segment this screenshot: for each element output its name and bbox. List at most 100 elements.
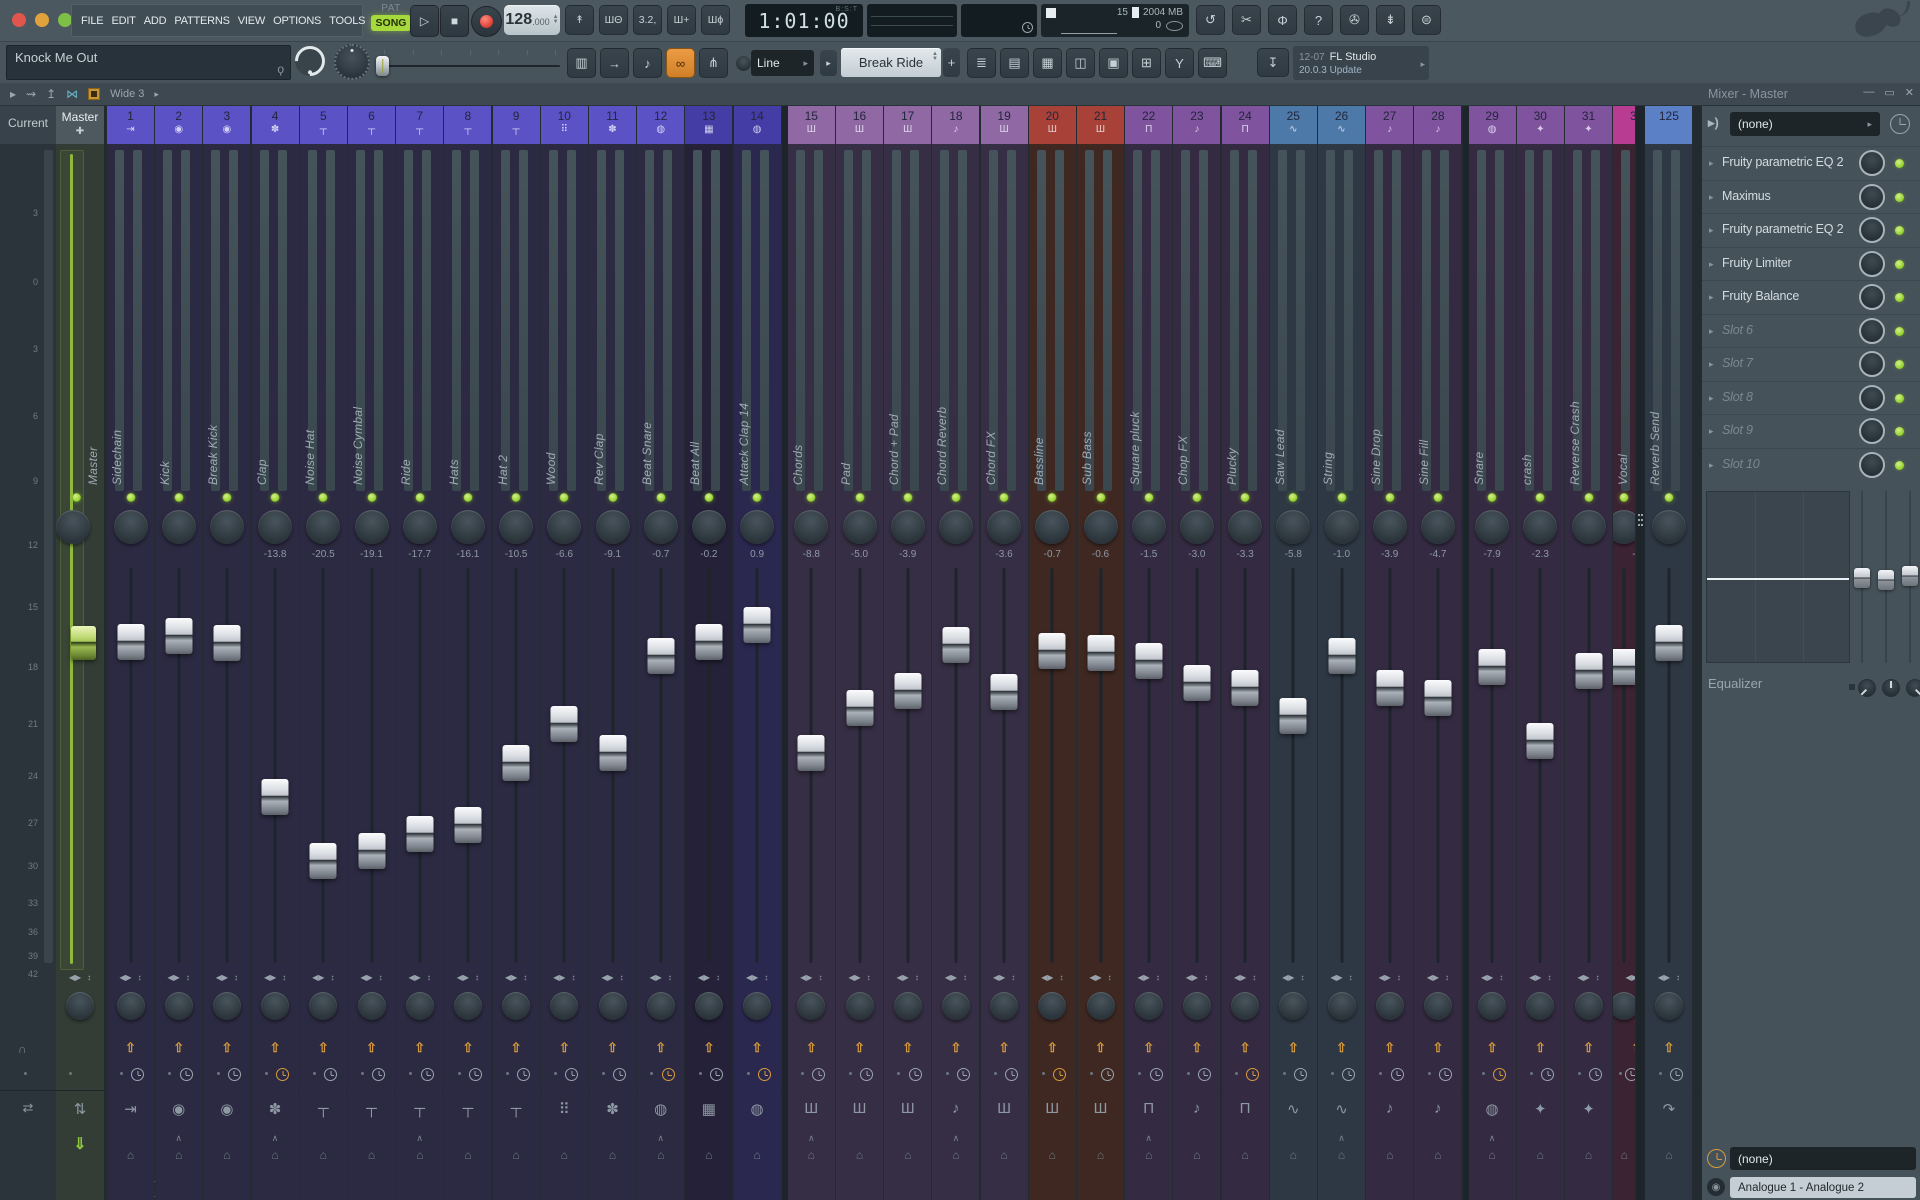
route-to-master-icon[interactable]: ⇧ — [1125, 1040, 1172, 1056]
track-instrument-icon[interactable]: ♪ — [932, 1100, 979, 1117]
track-header[interactable]: 9┬ — [493, 106, 540, 144]
route-to-master-icon[interactable]: ⇧ — [1029, 1040, 1076, 1056]
track-input-knob[interactable] — [403, 510, 437, 544]
volume-fader[interactable] — [991, 674, 1018, 710]
track-instrument-icon[interactable]: ∿ — [1270, 1100, 1317, 1118]
automation-clock-icon[interactable] — [1493, 1068, 1506, 1081]
volume-fader[interactable] — [695, 624, 722, 660]
browser-button[interactable]: ▣ — [1099, 48, 1128, 78]
route-to-master-icon[interactable]: ⇧ — [884, 1040, 931, 1056]
slot-enable-led[interactable] — [1895, 260, 1904, 269]
mixer-track-3[interactable]: 3◉Break Kick◀▶↕⇧◉⌂ — [203, 106, 250, 1200]
mixer-track-16[interactable]: 16ШPad-5.0◀▶↕⇧Ш⌂ — [836, 106, 883, 1200]
play-button[interactable]: ▷ — [410, 5, 439, 37]
route-to-master-icon[interactable]: ⇧ — [1613, 1040, 1635, 1056]
track-enable-led[interactable] — [656, 493, 665, 502]
volume-fader[interactable] — [262, 779, 289, 815]
send-dropdown[interactable]: (none) — [1730, 1147, 1916, 1170]
route-to-master-icon[interactable]: ⇧ — [300, 1040, 347, 1056]
track-input-knob[interactable] — [1132, 510, 1166, 544]
route-to-master-icon[interactable]: ⇧ — [1173, 1040, 1220, 1056]
track-header[interactable]: 27♪ — [1366, 106, 1413, 144]
track-instrument-icon[interactable]: ┬ — [493, 1100, 540, 1117]
track-input-knob[interactable] — [355, 510, 389, 544]
track-header[interactable]: 19Ш — [981, 106, 1028, 144]
track-enable-led[interactable] — [1241, 493, 1250, 502]
track-enable-led[interactable] — [1536, 493, 1545, 502]
track-input-knob[interactable] — [1373, 510, 1407, 544]
close-window-icon[interactable] — [12, 13, 26, 27]
route-to-master-icon[interactable]: ⇧ — [1222, 1040, 1269, 1056]
track-input-knob[interactable] — [843, 510, 877, 544]
slot-mix-knob[interactable] — [1859, 184, 1885, 210]
volume-fader[interactable] — [310, 843, 337, 879]
master-fader-icon[interactable]: ⇅ — [56, 1100, 104, 1118]
mixer-view-label[interactable]: Wide 3 — [110, 88, 144, 100]
track-input-knob[interactable] — [1572, 510, 1606, 544]
download-button[interactable]: ↧ — [1257, 48, 1289, 77]
menu-arrow-icon[interactable]: ▸ — [10, 87, 16, 101]
mixer-button[interactable]: ◫ — [1066, 48, 1095, 78]
slot-mix-knob[interactable] — [1859, 217, 1885, 243]
track-header[interactable]: 23♪ — [1173, 106, 1220, 144]
track-input-knob[interactable] — [1613, 510, 1635, 544]
routing-icon[interactable]: ⇄ — [0, 1100, 56, 1116]
dock-up-icon[interactable]: ↥ — [46, 87, 56, 101]
volume-fader[interactable] — [1479, 649, 1506, 685]
track-enable-led[interactable] — [512, 493, 521, 502]
record-arm-clock-icon[interactable] — [1890, 114, 1910, 134]
add-pattern-button[interactable]: + — [943, 48, 960, 77]
mixer-track-19[interactable]: 19ШChord FX-3.6◀▶↕⇧Ш⌂ — [981, 106, 1028, 1200]
volume-fader[interactable] — [1183, 665, 1210, 701]
pan-knob[interactable] — [358, 992, 386, 1020]
menu-edit[interactable]: EDIT — [111, 15, 135, 27]
restore-icon[interactable]: ▭ — [1884, 86, 1894, 99]
track-enable-led[interactable] — [1048, 493, 1057, 502]
volume-fader[interactable] — [454, 807, 481, 843]
track-input-knob[interactable] — [547, 510, 581, 544]
stop-button[interactable]: ■ — [440, 5, 469, 37]
menu-add[interactable]: ADD — [144, 15, 167, 27]
note-button[interactable]: ♪ — [633, 48, 662, 78]
track-header[interactable]: 13▦ — [685, 106, 732, 144]
track-input-knob[interactable] — [1276, 510, 1310, 544]
mixer-track-26[interactable]: 26∿String-1.0◀▶↕⇧∿∧⌂ — [1318, 106, 1365, 1200]
track-header[interactable]: 125 — [1645, 106, 1692, 144]
track-enable-led[interactable] — [222, 493, 231, 502]
track-enable-led[interactable] — [319, 493, 328, 502]
route-to-master-icon[interactable]: ⇧ — [932, 1040, 979, 1056]
track-instrument-icon[interactable]: ◉ — [203, 1100, 250, 1118]
typing-to-piano-button[interactable]: ШΘ — [599, 5, 628, 35]
plugin-slot-9[interactable]: ▸Slot 9 — [1702, 414, 1920, 447]
pan-knob[interactable] — [1183, 992, 1211, 1020]
automation-clock-icon[interactable] — [1670, 1068, 1683, 1081]
time-display[interactable]: 1:01:00 B:S:T — [745, 4, 863, 37]
track-enable-led[interactable] — [126, 493, 135, 502]
track-header[interactable]: 20Ш — [1029, 106, 1076, 144]
send-icon[interactable]: ⇝ — [26, 87, 36, 101]
volume-fader[interactable] — [1232, 670, 1259, 706]
pan-knob[interactable] — [1424, 992, 1452, 1020]
slot-enable-led[interactable] — [1895, 427, 1904, 436]
track-input-knob[interactable] — [1475, 510, 1509, 544]
track-input-knob[interactable] — [210, 510, 244, 544]
route-to-master-icon[interactable]: ⇧ — [1318, 1040, 1365, 1056]
track-enable-led[interactable] — [1664, 493, 1673, 502]
route-to-master-icon[interactable]: ⇧ — [1469, 1040, 1516, 1056]
pan-knob[interactable] — [846, 992, 874, 1020]
plug-button[interactable]: ⋔ — [699, 48, 728, 78]
track-header[interactable]: 17Ш — [884, 106, 931, 144]
chevron-right-icon[interactable]: ▸ — [154, 89, 159, 100]
track-instrument-icon[interactable]: ⇥ — [107, 1100, 154, 1118]
plugin-picker-button[interactable]: ⊞ — [1132, 48, 1161, 78]
eq-reset-icon[interactable] — [1849, 684, 1855, 690]
menu-patterns[interactable]: PATTERNS — [174, 15, 229, 27]
automation-clock-icon[interactable] — [228, 1068, 241, 1081]
route-to-master-icon[interactable]: ⇧ — [788, 1040, 835, 1056]
mixer-track-11[interactable]: 11✽Rev Clap-9.1◀▶↕⇧✽⌂ — [589, 106, 636, 1200]
mixer-track-6[interactable]: 6┬Noise Cymbal-19.1◀▶↕⇧┬⌂ — [348, 106, 395, 1200]
track-input-knob[interactable] — [162, 510, 196, 544]
pan-knob[interactable] — [942, 992, 970, 1020]
track-instrument-icon[interactable]: Ш — [981, 1100, 1028, 1117]
fl-version-info[interactable]: 12-07FL Studio 20.0.3 Update ▸ — [1293, 46, 1429, 80]
